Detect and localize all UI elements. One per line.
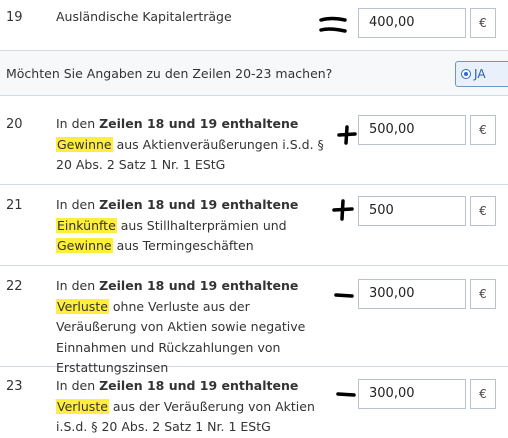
radio-selected-icon xyxy=(461,69,471,79)
currency-unit: € xyxy=(470,279,496,309)
row-label: In den Zeilen 18 und 19 enthaltene Verlu… xyxy=(56,376,318,438)
bold-text: Zeilen 18 und 19 enthaltene xyxy=(99,278,299,293)
ja-label: JA xyxy=(474,67,486,81)
amount-input-row-22[interactable]: 300,00 xyxy=(358,279,466,309)
label-text: aus Stillhalterprämien und xyxy=(116,217,287,233)
handwritten-plus-mark xyxy=(332,199,354,221)
bold-text: Zeilen 18 und 19 enthaltene xyxy=(99,378,299,393)
label-text: In den xyxy=(56,278,100,293)
form-row-23: 23 In den Zeilen 18 und 19 enthaltene Ve… xyxy=(0,367,508,437)
form-row-22: 22 In den Zeilen 18 und 19 enthaltene Ve… xyxy=(0,266,508,375)
form-row-21: 21 In den Zeilen 18 und 19 enthaltene Ei… xyxy=(0,185,508,266)
label-text: In den xyxy=(56,197,100,212)
row-number: 21 xyxy=(6,198,23,213)
form-row-20: 20 In den Zeilen 18 und 19 enthaltene Ge… xyxy=(0,95,508,185)
amount-input-row-23[interactable]: 300,00 xyxy=(358,379,466,409)
ja-radio-button[interactable]: JA xyxy=(455,61,508,87)
amount-input-row-21[interactable]: 500 xyxy=(358,196,466,226)
handwritten-minus-mark xyxy=(334,293,354,298)
currency-unit: € xyxy=(470,196,496,226)
handwritten-plus-mark xyxy=(337,125,357,145)
row-label: In den Zeilen 18 und 19 enthaltene Verlu… xyxy=(56,276,321,379)
highlighted-text: Gewinne xyxy=(56,136,113,152)
question-row: Möchten Sie Angaben zu den Zeilen 20-23 … xyxy=(0,50,508,96)
label-text: In den xyxy=(56,116,100,131)
row-label: In den Zeilen 18 und 19 enthaltene Einkü… xyxy=(56,195,318,257)
highlighted-text: Einkünfte xyxy=(56,217,117,233)
handwritten-minus-mark xyxy=(336,392,356,397)
row-number: 19 xyxy=(6,10,23,25)
highlighted-text: Verluste xyxy=(56,298,109,314)
row-number: 23 xyxy=(6,379,23,394)
label-text: aus Termingeschäften xyxy=(112,238,254,253)
question-text: Möchten Sie Angaben zu den Zeilen 20-23 … xyxy=(6,66,333,81)
amount-input-row-20[interactable]: 500,00 xyxy=(358,115,466,145)
currency-unit: € xyxy=(470,115,496,145)
bold-text: Zeilen 18 und 19 enthaltene xyxy=(99,116,299,131)
amount-input-row-19[interactable]: 400,00 xyxy=(358,8,466,38)
bold-text: Zeilen 18 und 19 enthaltene xyxy=(99,197,299,212)
currency-unit: € xyxy=(470,8,496,38)
row-label: Ausländische Kapitalerträge xyxy=(56,7,316,28)
highlighted-text: Verluste xyxy=(56,398,109,414)
row-number: 20 xyxy=(6,117,23,132)
row-label: In den Zeilen 18 und 19 enthaltene Gewin… xyxy=(56,114,341,176)
form-row-19: 19 Ausländische Kapitalerträge 400,00 € xyxy=(0,0,508,50)
highlighted-text: Gewinne xyxy=(56,238,113,253)
row-number: 22 xyxy=(6,279,23,294)
label-text: Ausländische Kapitalerträge xyxy=(56,9,232,24)
handwritten-equals-mark xyxy=(319,16,347,33)
currency-unit: € xyxy=(470,379,496,409)
label-text: In den xyxy=(56,378,100,393)
